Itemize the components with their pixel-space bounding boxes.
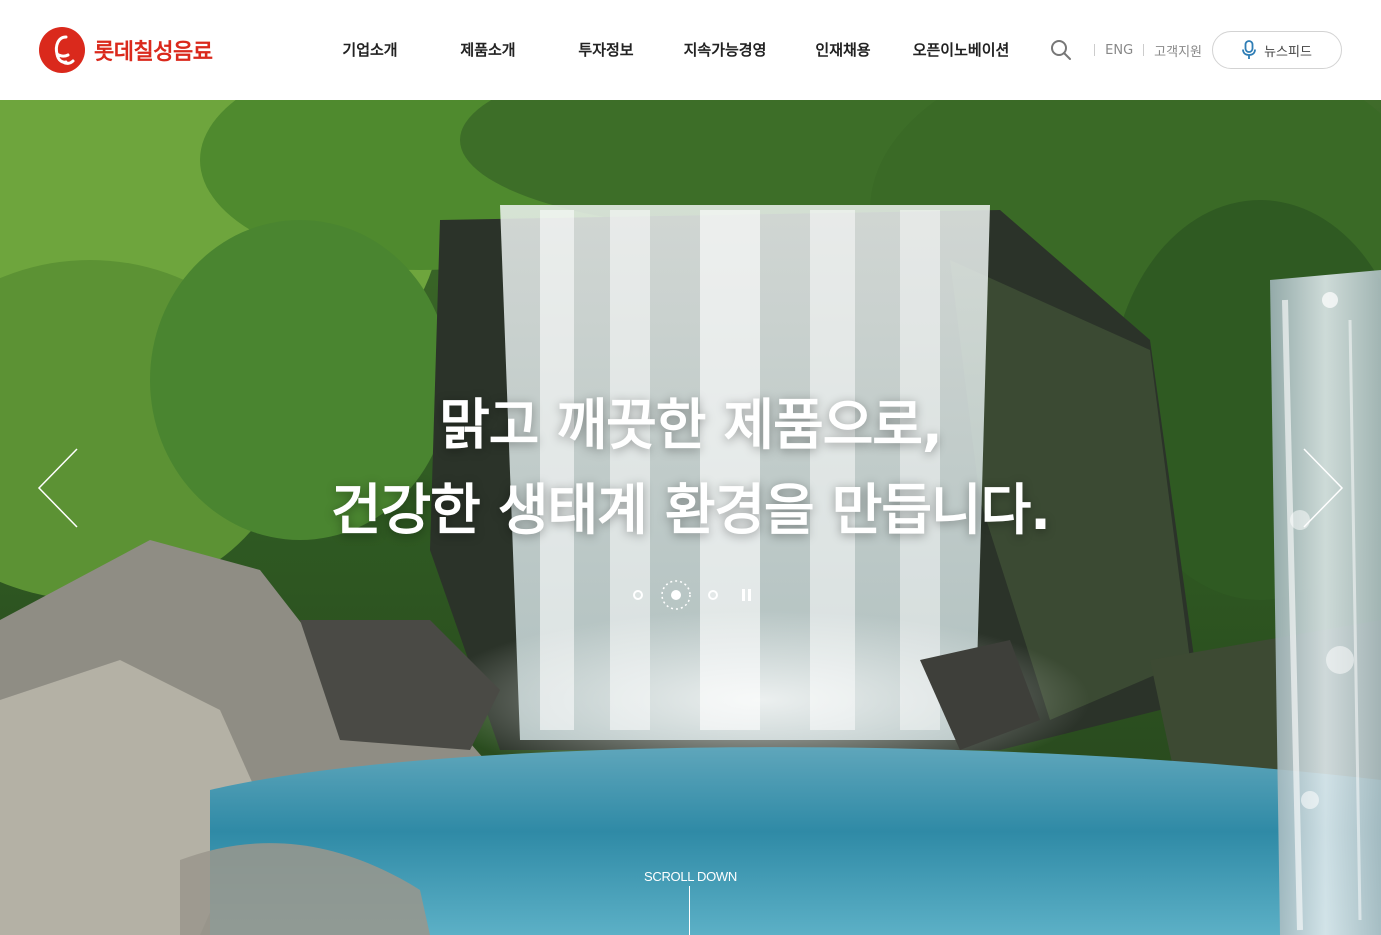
hero-slider: 맑고 깨끗한 제품으로, 건강한 생태계 환경을 만듭니다. SCROLL DO… xyxy=(0,100,1381,935)
scroll-down-indicator[interactable]: SCROLL DOWN xyxy=(0,866,1381,935)
utility-menu: ENG 고객지원 뉴스피드 xyxy=(1050,31,1342,69)
microphone-icon xyxy=(1242,40,1256,59)
slide-dot-3[interactable] xyxy=(708,590,718,600)
nav-item-company[interactable]: 기업소개 xyxy=(342,38,397,62)
divider xyxy=(1094,44,1096,56)
nav-item-products[interactable]: 제품소개 xyxy=(460,38,515,62)
nav-item-careers[interactable]: 인재채용 xyxy=(815,38,870,62)
nav-item-investors[interactable]: 투자정보 xyxy=(578,38,633,62)
brand-name: 롯데칠성음료 xyxy=(94,40,213,65)
slide-dot-1[interactable] xyxy=(633,590,643,600)
chevron-right-icon[interactable] xyxy=(1300,447,1344,529)
nav-item-open-innovation[interactable]: 오픈이노베이션 xyxy=(913,38,1010,62)
site-header: 롯데칠성음료 기업소개 제품소개 투자정보 지속가능경영 인재채용 오픈이노베이… xyxy=(0,0,1381,100)
slide-pagination xyxy=(0,578,1381,612)
lotte-logo-icon xyxy=(39,27,85,73)
scroll-down-label: SCROLL DOWN xyxy=(643,869,737,884)
newsfeed-button[interactable]: 뉴스피드 xyxy=(1212,31,1342,69)
hero-headline-line-1: 맑고 깨끗한 제품으로, xyxy=(439,393,943,457)
search-icon[interactable] xyxy=(1050,39,1072,61)
divider xyxy=(1143,44,1145,56)
language-link[interactable]: ENG xyxy=(1105,43,1133,58)
chevron-left-icon[interactable] xyxy=(37,447,81,529)
customer-support-link[interactable]: 고객지원 xyxy=(1154,41,1202,60)
hero-headline-line-2: 건강한 생태계 환경을 만듭니다. xyxy=(330,478,1051,542)
scroll-line xyxy=(689,886,690,935)
nav-item-sustainability[interactable]: 지속가능경영 xyxy=(684,38,767,62)
pause-icon[interactable] xyxy=(742,589,752,601)
brand-logo[interactable]: 롯데칠성음료 xyxy=(38,26,213,74)
newsfeed-label: 뉴스피드 xyxy=(1264,44,1312,60)
slide-dot-active[interactable] xyxy=(659,578,693,612)
